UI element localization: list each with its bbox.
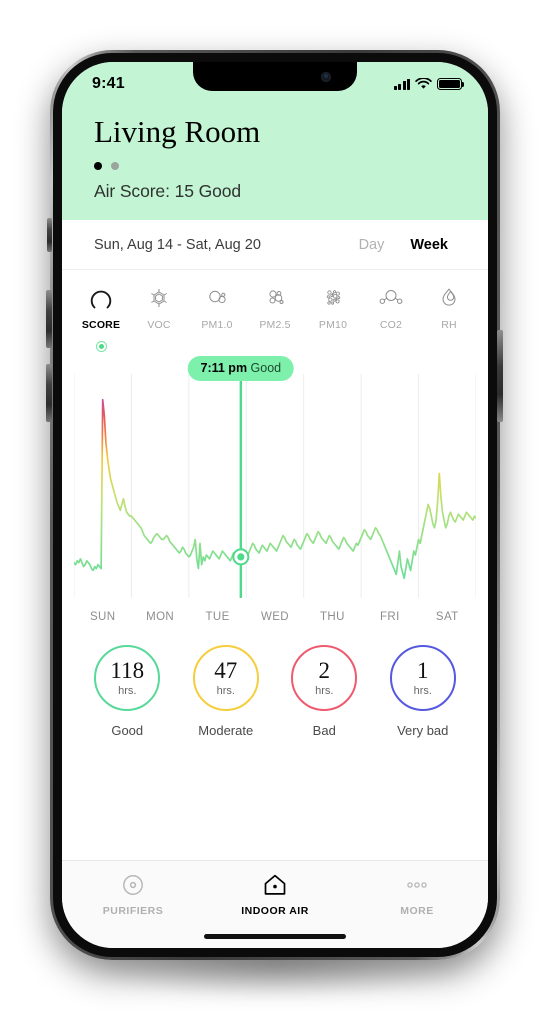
air-quality-summary: 118 hrs. Good 47 hrs. Moderate 2 hrs. Ba…: [62, 623, 488, 738]
metric-label-pm25: PM2.5: [259, 318, 291, 331]
device-screen: 9:41 Living Room Air Score: 15 Good Sun,…: [62, 62, 488, 948]
day-label-thu: THU: [319, 610, 345, 623]
stat-ring-good: 118 hrs.: [94, 644, 161, 711]
stat-caption-good: Good: [111, 722, 144, 738]
tab-label-more: MORE: [400, 905, 434, 917]
day-label-sun: SUN: [89, 610, 116, 623]
power-button[interactable]: [497, 330, 503, 422]
ellipsis-icon: [407, 882, 427, 888]
stat-value-good: 118: [110, 657, 145, 683]
day-label-fri: FRI: [379, 610, 400, 623]
tab-label-purifiers: PURIFIERS: [102, 905, 164, 917]
tab-more[interactable]: MORE: [346, 872, 488, 917]
day-label-wed: WED: [260, 610, 289, 623]
tab-indoor-air[interactable]: INDOOR AIR: [204, 872, 346, 917]
metric-tab-rh[interactable]: RH: [420, 283, 478, 352]
stat-unit-moderate: hrs.: [216, 684, 235, 697]
chart-tooltip: 7:11 pm Good: [187, 355, 295, 381]
range-option-day[interactable]: Day: [359, 237, 385, 253]
stat-unit-good: hrs.: [118, 684, 137, 697]
page-dot-1[interactable]: [94, 161, 102, 170]
day-label-sat: SAT: [435, 610, 459, 623]
metric-tab-pm10[interactable]: PM10: [304, 283, 362, 352]
stat-value-moderate: 47: [214, 657, 238, 683]
gauge-arc-icon: [88, 283, 114, 313]
house-icon: [264, 874, 286, 895]
metric-tab-score[interactable]: SCORE: [72, 283, 130, 352]
tab-label-indoor-air: INDOOR AIR: [241, 905, 309, 917]
date-range-row: Sun, Aug 14 - Sat, Aug 20 Day Week: [62, 219, 488, 270]
screenshot-stage: 9:41 Living Room Air Score: 15 Good Sun,…: [0, 0, 548, 1024]
stat-good: 118 hrs. Good: [94, 644, 161, 738]
metric-label-voc: VOC: [147, 318, 171, 331]
benzene-ring-icon: [146, 283, 172, 313]
display-notch: [193, 62, 357, 91]
co2-molecule-icon: [376, 283, 406, 313]
tooltip-time: 7:11 pm: [200, 360, 248, 375]
range-option-week[interactable]: Week: [410, 237, 448, 253]
day-label-tue: TUE: [205, 610, 230, 623]
range-toggle[interactable]: Day Week: [359, 237, 456, 253]
metric-tab-co2[interactable]: CO2: [362, 283, 420, 352]
stat-ring-moderate: 47 hrs.: [192, 644, 259, 711]
metric-label-score: SCORE: [81, 318, 121, 331]
stat-value-very-bad: 1: [417, 657, 429, 683]
stat-very-bad: 1 hrs. Very bad: [389, 644, 456, 738]
volume-down-button[interactable]: [46, 364, 52, 422]
status-bar-time: 9:41: [92, 75, 125, 92]
air-score-summary: Air Score: 15 Good: [94, 180, 242, 201]
air-score-line-chart[interactable]: [73, 357, 477, 598]
page-indicator-dots[interactable]: [94, 161, 456, 170]
tab-purifiers[interactable]: PURIFIERS: [62, 872, 204, 917]
metric-label-co2: CO2: [379, 318, 403, 331]
chart-container[interactable]: 7:11 pm Good: [62, 351, 488, 603]
metric-label-rh: RH: [441, 318, 457, 331]
bottom-tab-bar: PURIFIERS INDOOR AIR MORE: [62, 860, 488, 948]
metric-tab-voc[interactable]: VOC: [130, 283, 188, 352]
stat-moderate: 47 hrs. Moderate: [192, 644, 259, 738]
home-indicator[interactable]: [204, 934, 346, 939]
page-title: Living Room: [94, 114, 261, 149]
front-camera-icon: [321, 72, 331, 82]
metric-label-pm10: PM10: [318, 318, 348, 331]
cellular-signal-icon: [393, 78, 410, 90]
stat-value-bad: 2: [318, 657, 331, 683]
battery-full-icon: [437, 78, 465, 90]
stat-bad: 2 hrs. Bad: [291, 644, 358, 738]
chart-day-labels: SUN MON TUE WED THU FRI SAT: [62, 603, 488, 623]
metric-tab-pm1[interactable]: PM1.0: [188, 283, 246, 352]
metric-label-pm1: PM1.0: [201, 318, 233, 331]
metric-tab-pm25[interactable]: PM2.5: [246, 283, 304, 352]
metric-selected-radio[interactable]: [95, 340, 107, 352]
purifier-circle-icon: [123, 875, 143, 895]
two-particles-icon: [204, 283, 230, 313]
stat-unit-very-bad: hrs.: [413, 684, 432, 697]
volume-up-button[interactable]: [46, 290, 52, 348]
tooltip-quality: Good: [250, 360, 282, 375]
wifi-icon: [415, 78, 432, 89]
water-droplet-icon: [436, 283, 462, 313]
particle-cluster-icon: [262, 283, 288, 313]
status-bar-indicators: [393, 78, 465, 90]
stat-unit-bad: hrs.: [315, 684, 334, 697]
stat-caption-very-bad: Very bad: [397, 722, 449, 738]
silent-switch-button[interactable]: [47, 218, 52, 252]
stat-caption-bad: Bad: [312, 722, 336, 738]
day-label-mon: MON: [146, 610, 175, 623]
metric-tabs: SCORE VOC PM1.0 PM2.5 PM10 CO2 RH: [62, 269, 488, 352]
stat-ring-very-bad: 1 hrs.: [389, 644, 456, 711]
page-dot-2[interactable]: [111, 161, 119, 170]
stat-ring-bad: 2 hrs.: [291, 644, 358, 711]
stat-caption-moderate: Moderate: [198, 722, 254, 738]
many-particles-icon: [320, 283, 346, 313]
date-range-label: Sun, Aug 14 - Sat, Aug 20: [94, 236, 261, 253]
